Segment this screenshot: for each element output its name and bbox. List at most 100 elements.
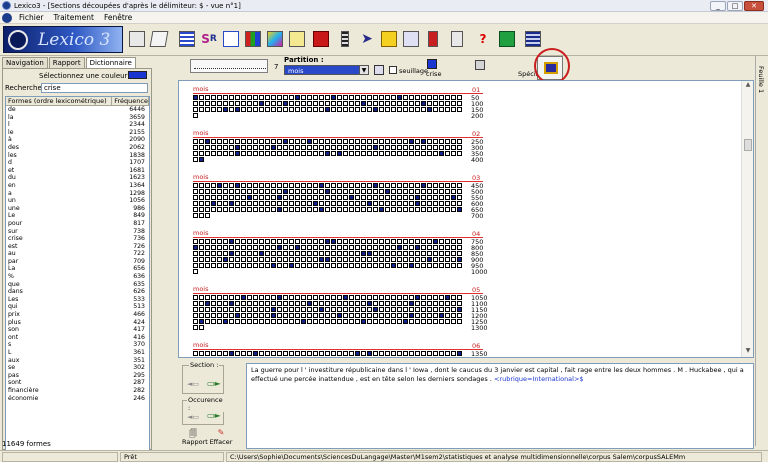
occurrence-square[interactable] <box>427 313 432 318</box>
occurrence-square[interactable] <box>325 295 330 300</box>
occurrence-square[interactable] <box>217 251 222 256</box>
occurrence-square[interactable] <box>367 295 372 300</box>
occurrence-square[interactable] <box>211 301 216 306</box>
occurrence-square[interactable] <box>211 145 216 150</box>
occurrence-square[interactable] <box>247 145 252 150</box>
occurrence-square[interactable] <box>325 145 330 150</box>
occurrence-square[interactable] <box>223 263 228 268</box>
occurrence-square[interactable] <box>277 95 282 100</box>
occurrence-square[interactable] <box>421 351 426 356</box>
occurrence-square[interactable] <box>457 351 462 356</box>
grid-toggle-icon[interactable] <box>374 65 384 75</box>
occurrence-square[interactable] <box>379 319 384 324</box>
occurrence-square[interactable] <box>445 201 450 206</box>
occurrence-square[interactable] <box>337 151 342 156</box>
occurrence-square[interactable] <box>289 145 294 150</box>
menu-fichier[interactable]: Fichier <box>14 13 49 22</box>
occurrence-square[interactable] <box>205 183 210 188</box>
occurrence-square[interactable] <box>205 307 210 312</box>
occurrence-square[interactable] <box>223 145 228 150</box>
occurrence-square[interactable] <box>439 189 444 194</box>
occurrence-square[interactable] <box>319 239 324 244</box>
occurrence-square[interactable] <box>433 207 438 212</box>
table-row[interactable]: économie 246 <box>6 395 149 403</box>
occurrence-square[interactable] <box>451 263 456 268</box>
occurrence-square[interactable] <box>259 251 264 256</box>
occurrence-square[interactable] <box>199 351 204 356</box>
occurrence-square[interactable] <box>301 301 306 306</box>
occurrence-square[interactable] <box>295 107 300 112</box>
occurrence-square[interactable] <box>451 307 456 312</box>
occurrence-square[interactable] <box>379 301 384 306</box>
occurrence-square[interactable] <box>265 351 270 356</box>
occurrence-square[interactable] <box>199 295 204 300</box>
occurrence-square[interactable] <box>349 201 354 206</box>
occurrence-square[interactable] <box>235 183 240 188</box>
occurrence-square[interactable] <box>241 207 246 212</box>
occurrence-square[interactable] <box>247 195 252 200</box>
occurrence-square[interactable] <box>247 307 252 312</box>
occurrence-square[interactable] <box>247 245 252 250</box>
occurrence-square[interactable] <box>343 239 348 244</box>
occurrence-square[interactable] <box>235 201 240 206</box>
occurrence-square[interactable] <box>439 245 444 250</box>
occurrence-square[interactable] <box>427 183 432 188</box>
table-row[interactable]: que 635 <box>6 281 149 289</box>
occurrence-square[interactable] <box>367 245 372 250</box>
occurrence-square[interactable] <box>307 183 312 188</box>
occurrence-square[interactable] <box>193 295 198 300</box>
occurrence-square[interactable] <box>391 351 396 356</box>
occurrence-square[interactable] <box>289 189 294 194</box>
occurrence-square[interactable] <box>295 151 300 156</box>
occurrence-square[interactable] <box>451 95 456 100</box>
occurrence-square[interactable] <box>415 351 420 356</box>
occurrence-square[interactable] <box>409 319 414 324</box>
occurrence-square[interactable] <box>205 319 210 324</box>
occurrence-square[interactable] <box>349 195 354 200</box>
occurrence-square[interactable] <box>367 239 372 244</box>
occurrence-square[interactable] <box>379 207 384 212</box>
occurrence-square[interactable] <box>271 107 276 112</box>
occurrence-square[interactable] <box>355 351 360 356</box>
occurrence-square[interactable] <box>457 319 462 324</box>
occurrence-square[interactable] <box>373 151 378 156</box>
occurrence-square[interactable] <box>211 307 216 312</box>
occurrence-square[interactable] <box>319 95 324 100</box>
occurrence-square[interactable] <box>439 239 444 244</box>
occurrence-square[interactable] <box>415 151 420 156</box>
occurrence-square[interactable] <box>361 257 366 262</box>
occurrence-square[interactable] <box>229 301 234 306</box>
occurrence-square[interactable] <box>385 189 390 194</box>
occurrence-square[interactable] <box>217 351 222 356</box>
occurrence-square[interactable] <box>391 319 396 324</box>
occurrence-square[interactable] <box>301 107 306 112</box>
occurrence-square[interactable] <box>457 257 462 262</box>
occurrence-square[interactable] <box>457 107 462 112</box>
occurrence-square[interactable] <box>451 195 456 200</box>
occurrence-square[interactable] <box>445 183 450 188</box>
occurrence-square[interactable] <box>355 189 360 194</box>
occurrence-square[interactable] <box>205 295 210 300</box>
occurrence-square[interactable] <box>205 213 210 218</box>
occurrence-square[interactable] <box>427 239 432 244</box>
occurrence-square[interactable] <box>373 239 378 244</box>
occurrence-square[interactable] <box>223 201 228 206</box>
occurrence-square[interactable] <box>385 207 390 212</box>
occurrence-square[interactable] <box>451 101 456 106</box>
occurrence-square[interactable] <box>241 183 246 188</box>
occurrence-square[interactable] <box>331 307 336 312</box>
occurrence-square[interactable] <box>283 257 288 262</box>
table-row[interactable]: se 302 <box>6 364 149 372</box>
occurrence-square[interactable] <box>403 313 408 318</box>
occurrence-square[interactable] <box>379 107 384 112</box>
occurrence-square[interactable] <box>301 207 306 212</box>
occurrence-square[interactable] <box>331 151 336 156</box>
occurrence-square[interactable] <box>271 189 276 194</box>
occurrence-square[interactable] <box>223 251 228 256</box>
occurrence-square[interactable] <box>427 357 432 358</box>
occurrence-square[interactable] <box>265 245 270 250</box>
occurrence-square[interactable] <box>355 245 360 250</box>
occurrence-square[interactable] <box>433 263 438 268</box>
occurrence-square[interactable] <box>355 357 360 358</box>
occurrence-square[interactable] <box>235 189 240 194</box>
